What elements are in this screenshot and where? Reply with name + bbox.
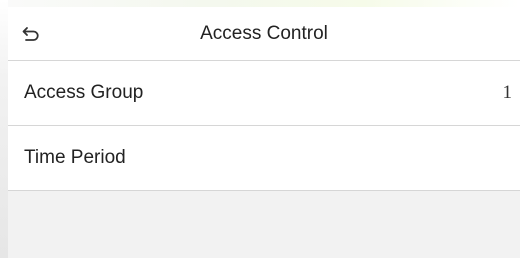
menu-item-access-group[interactable]: Access Group 1 (8, 61, 520, 126)
menu-item-value: 1 (502, 82, 513, 103)
page-title: Access Control (200, 23, 328, 44)
screen: Access Control Access Group 1 Time Perio… (0, 0, 520, 258)
menu-item-label: Time Period (24, 147, 126, 168)
left-border (0, 0, 8, 258)
empty-area (8, 191, 520, 258)
menu-item-label: Access Group (24, 82, 144, 103)
top-border (0, 0, 520, 7)
menu-item-time-period[interactable]: Time Period (8, 126, 520, 191)
header-bar: Access Control (8, 7, 520, 61)
